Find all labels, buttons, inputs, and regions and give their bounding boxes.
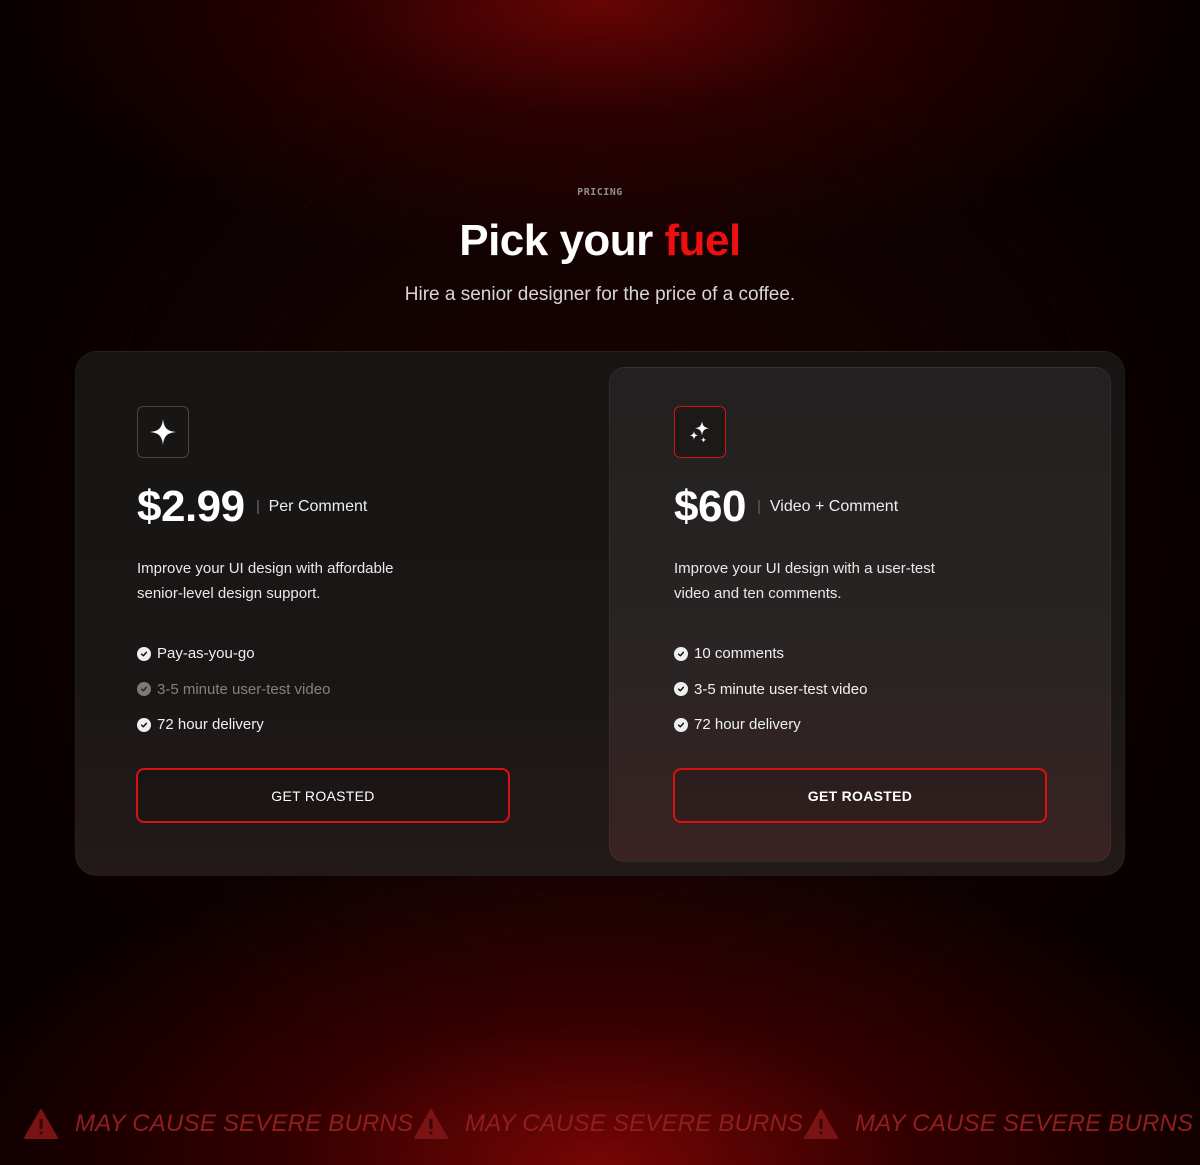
- sparkles-icon: [674, 406, 726, 458]
- feature-item: 10 comments: [674, 636, 867, 672]
- check-circle-icon: [674, 717, 688, 732]
- title-accent: fuel: [664, 216, 742, 265]
- feature-label: 3-5 minute user-test video: [694, 680, 868, 698]
- feature-label: Pay-as-you-go: [157, 645, 255, 663]
- warning-banner: MAY CAUSE SEVERE BURNS MAY CAUSE SEVERE …: [0, 1100, 1200, 1148]
- pricing-panel: $2.99 Per Comment Improve your UI design…: [75, 351, 1125, 876]
- warning-icon: [24, 1109, 58, 1139]
- feature-item: 72 hour delivery: [674, 707, 867, 743]
- price-row: $2.99 Per Comment: [137, 482, 367, 532]
- sparkle-icon: [137, 406, 189, 458]
- plan-price: $2.99: [137, 482, 245, 531]
- feature-label: 72 hour delivery: [157, 716, 264, 734]
- get-roasted-button-per-comment[interactable]: GET ROASTED: [136, 768, 510, 823]
- page-title: Pick your fuel: [0, 216, 1200, 266]
- page-subtitle: Hire a senior designer for the price of …: [404, 284, 796, 305]
- feature-label: 10 comments: [694, 645, 785, 663]
- check-circle-icon: [674, 682, 688, 697]
- banner-item: MAY CAUSE SEVERE BURNS: [414, 1100, 803, 1148]
- feature-list: Pay-as-you-go 3-5 minute user-test video…: [137, 636, 330, 743]
- price-row: $60 Video + Comment: [674, 482, 898, 532]
- check-circle-icon: [674, 646, 688, 661]
- plan-card-video-comment: $60 Video + Comment Improve your UI desi…: [609, 367, 1111, 862]
- section-eyebrow: PRICING: [577, 187, 623, 198]
- price-divider: [256, 500, 259, 514]
- check-circle-icon: [137, 682, 151, 697]
- plan-price: $60: [674, 482, 746, 531]
- feature-item: 3-5 minute user-test video: [674, 672, 867, 708]
- banner-text: MAY CAUSE SEVERE BURNS: [855, 1110, 1194, 1137]
- plan-unit: Video + Comment: [769, 498, 899, 515]
- feature-label: 3-5 minute user-test video: [157, 680, 331, 698]
- check-circle-icon: [137, 646, 151, 661]
- warning-icon: [804, 1109, 838, 1139]
- warning-icon: [414, 1109, 448, 1139]
- feature-item: Pay-as-you-go: [137, 636, 330, 672]
- banner-item: MAY CAUSE SEVERE BURNS: [804, 1100, 1193, 1148]
- feature-item: 72 hour delivery: [137, 707, 330, 743]
- price-divider: [757, 500, 760, 514]
- plan-description: Improve your UI design with affordable s…: [137, 560, 394, 602]
- title-main: Pick your: [459, 216, 665, 265]
- feature-item-disabled: 3-5 minute user-test video: [137, 672, 330, 708]
- plan-card-per-comment: $2.99 Per Comment Improve your UI design…: [76, 352, 601, 877]
- plan-description: Improve your UI design with a user-test …: [674, 560, 935, 602]
- banner-item: MAY CAUSE SEVERE BURNS: [24, 1100, 413, 1148]
- plan-unit: Per Comment: [268, 498, 368, 515]
- banner-text: MAY CAUSE SEVERE BURNS: [465, 1110, 804, 1137]
- feature-list: 10 comments 3-5 minute user-test video 7…: [674, 636, 867, 743]
- banner-text: MAY CAUSE SEVERE BURNS: [75, 1110, 414, 1137]
- feature-label: 72 hour delivery: [694, 716, 801, 734]
- check-circle-icon: [137, 717, 151, 732]
- get-roasted-button-video-comment[interactable]: GET ROASTED: [673, 768, 1047, 823]
